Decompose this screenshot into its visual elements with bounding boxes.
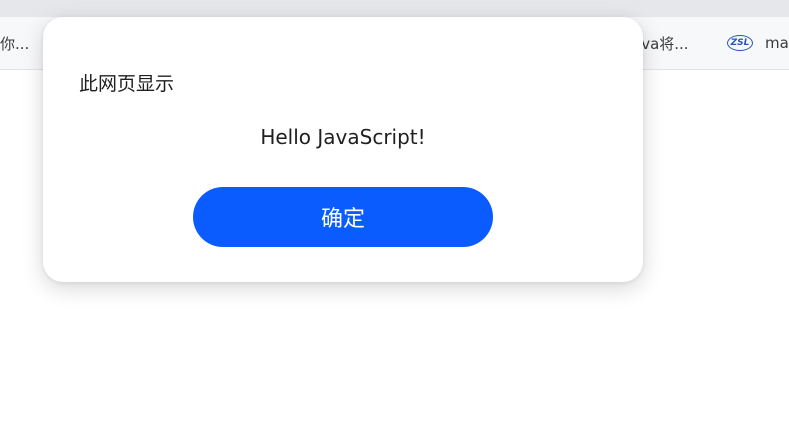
alert-dialog: 此网页显示 Hello JavaScript! 确定 <box>43 17 643 282</box>
bookmark-label: 你... <box>0 34 30 53</box>
bookmark-item[interactable]: 你... <box>0 33 29 53</box>
dialog-title: 此网页显示 <box>79 73 175 95</box>
zsl-logo-icon: ZSL <box>727 35 753 51</box>
bookmark-item[interactable]: ZSL ma <box>727 33 789 53</box>
ok-button[interactable]: 确定 <box>193 187 493 247</box>
bookmark-label: ma <box>765 34 789 52</box>
browser-tab-strip <box>0 0 789 17</box>
dialog-message: Hello JavaScript! <box>260 125 426 149</box>
